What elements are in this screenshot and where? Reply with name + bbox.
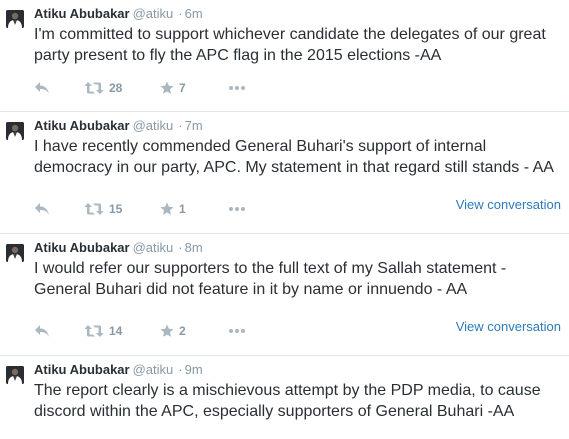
retweet-button[interactable]: 14: [84, 323, 122, 339]
timestamp[interactable]: 6m: [185, 6, 203, 21]
reply-icon: [35, 325, 49, 337]
tweet-text: The report clearly is a mischievous atte…: [34, 382, 541, 420]
more-dots-icon: [229, 207, 245, 211]
separator: ·: [178, 240, 183, 255]
username[interactable]: @atiku: [133, 6, 174, 21]
star-icon: [160, 81, 174, 94]
tweet[interactable]: Atiku Abubakar @atiku · 8m I would refer ou…: [0, 234, 569, 356]
tweet-text: I would refer our supporters to the full…: [34, 260, 507, 298]
avatar-icon: [6, 122, 24, 140]
tweet-actions: 14 2 View conversation: [34, 319, 564, 339]
timeline: Atiku Abubakar @atiku · 6m I'm committed to…: [0, 0, 569, 439]
more-button[interactable]: [228, 201, 246, 217]
avatar[interactable]: [6, 244, 24, 262]
separator: ·: [178, 118, 183, 133]
tweet[interactable]: Atiku Abubakar @atiku · 7m I have recently …: [0, 112, 569, 234]
avatar[interactable]: [6, 122, 24, 140]
retweet-count: 15: [109, 202, 123, 216]
retweet-button[interactable]: 28: [84, 80, 122, 96]
view-conversation-link[interactable]: View conversation: [456, 319, 561, 334]
username[interactable]: @atiku: [133, 240, 174, 255]
avatar[interactable]: [6, 10, 24, 28]
avatar-icon: [6, 10, 24, 28]
avatar-icon: [6, 244, 24, 262]
username[interactable]: @atiku: [133, 362, 174, 377]
reply-button[interactable]: [34, 80, 50, 96]
tweet-header: Atiku Abubakar @atiku · 8m: [34, 240, 203, 256]
tweet-text: I have recently commended General Buhari…: [34, 138, 554, 176]
more-dots-icon: [229, 86, 245, 90]
retweet-icon: [84, 203, 104, 215]
favorite-count: 7: [179, 81, 186, 95]
tweet[interactable]: Atiku Abubakar @atiku · 6m I'm committed to…: [0, 0, 569, 112]
fullname[interactable]: Atiku Abubakar: [34, 6, 130, 21]
reply-button[interactable]: [34, 323, 50, 339]
retweet-icon: [84, 325, 104, 337]
reply-icon: [35, 203, 49, 215]
reply-button[interactable]: [34, 201, 50, 217]
favorite-button[interactable]: 1: [160, 201, 186, 217]
retweet-icon: [84, 82, 104, 94]
more-button[interactable]: [228, 323, 246, 339]
retweet-button[interactable]: 15: [84, 201, 122, 217]
retweet-count: 14: [109, 324, 123, 338]
star-icon: [160, 202, 174, 215]
more-dots-icon: [229, 329, 245, 333]
favorite-count: 2: [179, 324, 186, 338]
tweet-header: Atiku Abubakar @atiku · 6m: [34, 6, 203, 22]
avatar-icon: [6, 366, 24, 384]
separator: ·: [178, 6, 183, 21]
separator: ·: [178, 362, 183, 377]
tweet-header: Atiku Abubakar @atiku · 9m: [34, 362, 203, 378]
view-conversation-link[interactable]: View conversation: [456, 197, 561, 212]
fullname[interactable]: Atiku Abubakar: [34, 240, 130, 255]
favorite-button[interactable]: 2: [160, 323, 186, 339]
timestamp[interactable]: 8m: [185, 240, 203, 255]
retweet-count: 28: [109, 81, 123, 95]
favorite-count: 1: [179, 202, 186, 216]
fullname[interactable]: Atiku Abubakar: [34, 362, 130, 377]
tweet-header: Atiku Abubakar @atiku · 7m: [34, 118, 203, 134]
fullname[interactable]: Atiku Abubakar: [34, 118, 130, 133]
avatar[interactable]: [6, 366, 24, 384]
reply-icon: [35, 82, 49, 94]
username[interactable]: @atiku: [133, 118, 174, 133]
timestamp[interactable]: 7m: [185, 118, 203, 133]
tweet-text: I'm committed to support whichever candi…: [34, 26, 546, 64]
timestamp[interactable]: 9m: [185, 362, 203, 377]
favorite-button[interactable]: 7: [160, 80, 186, 96]
tweet-actions: 15 1 View conversation: [34, 197, 564, 217]
star-icon: [160, 324, 174, 337]
more-button[interactable]: [228, 80, 246, 96]
tweet[interactable]: Atiku Abubakar @atiku · 9m The report clear…: [0, 356, 569, 439]
tweet-actions: 28 7: [34, 80, 564, 96]
